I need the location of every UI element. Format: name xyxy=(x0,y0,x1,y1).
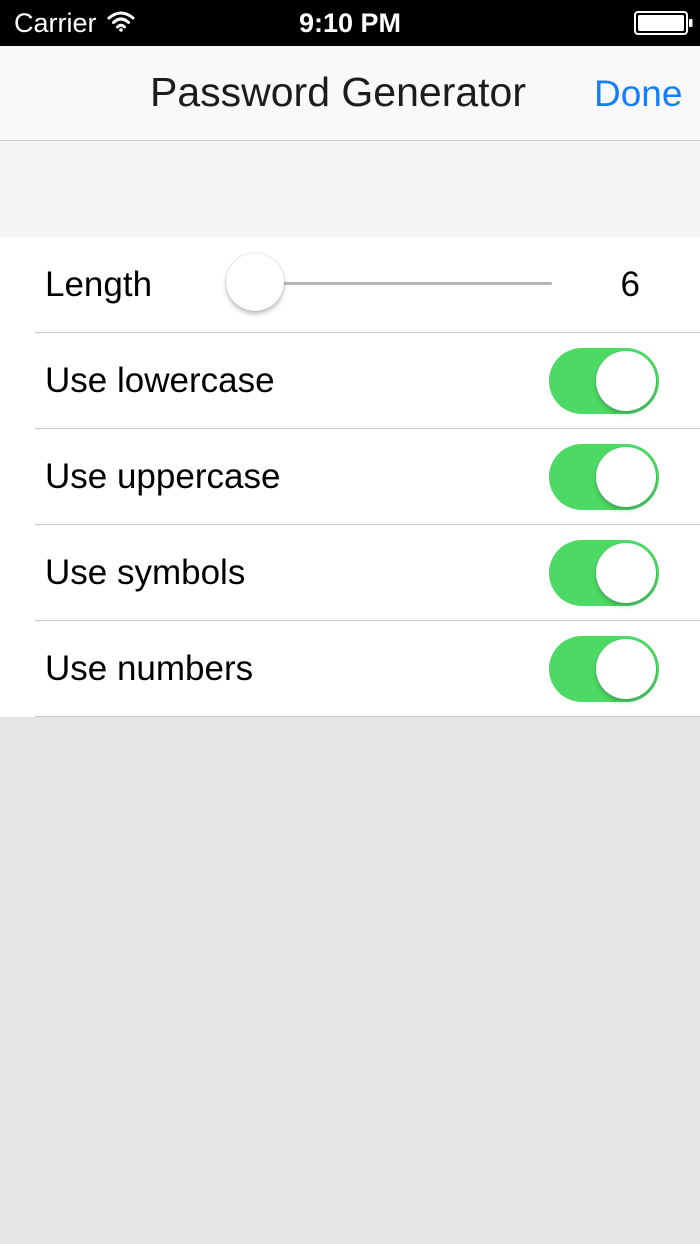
option-label: Use uppercase xyxy=(45,457,281,496)
toggle-knob xyxy=(596,447,656,507)
settings-table: Length 6 Use lowercase Use uppercase Use… xyxy=(0,237,700,717)
section-header xyxy=(0,141,700,237)
numbers-toggle[interactable] xyxy=(549,636,659,702)
toggle-knob xyxy=(596,351,656,411)
symbols-toggle[interactable] xyxy=(549,540,659,606)
length-label: Length xyxy=(45,265,153,304)
length-row: Length 6 xyxy=(0,237,700,333)
option-row-lowercase: Use lowercase xyxy=(0,333,700,429)
option-row-symbols: Use symbols xyxy=(0,525,700,621)
length-value: 6 xyxy=(620,265,640,304)
uppercase-toggle[interactable] xyxy=(549,444,659,510)
battery-icon xyxy=(634,11,693,35)
option-row-uppercase: Use uppercase xyxy=(0,429,700,525)
length-slider[interactable] xyxy=(226,253,552,315)
lowercase-toggle[interactable] xyxy=(549,348,659,414)
toggle-knob xyxy=(596,639,656,699)
option-label: Use numbers xyxy=(45,649,254,688)
option-label: Use symbols xyxy=(45,553,246,592)
option-label: Use lowercase xyxy=(45,361,275,400)
slider-thumb[interactable] xyxy=(226,253,284,311)
navigation-bar: Password Generator Done xyxy=(0,46,700,141)
option-row-numbers: Use numbers xyxy=(0,621,700,717)
done-button[interactable]: Done xyxy=(594,73,682,115)
toggle-knob xyxy=(596,543,656,603)
status-bar: Carrier 9:10 PM xyxy=(0,0,700,46)
page-title: Password Generator xyxy=(150,69,527,115)
status-time: 9:10 PM xyxy=(298,8,402,38)
